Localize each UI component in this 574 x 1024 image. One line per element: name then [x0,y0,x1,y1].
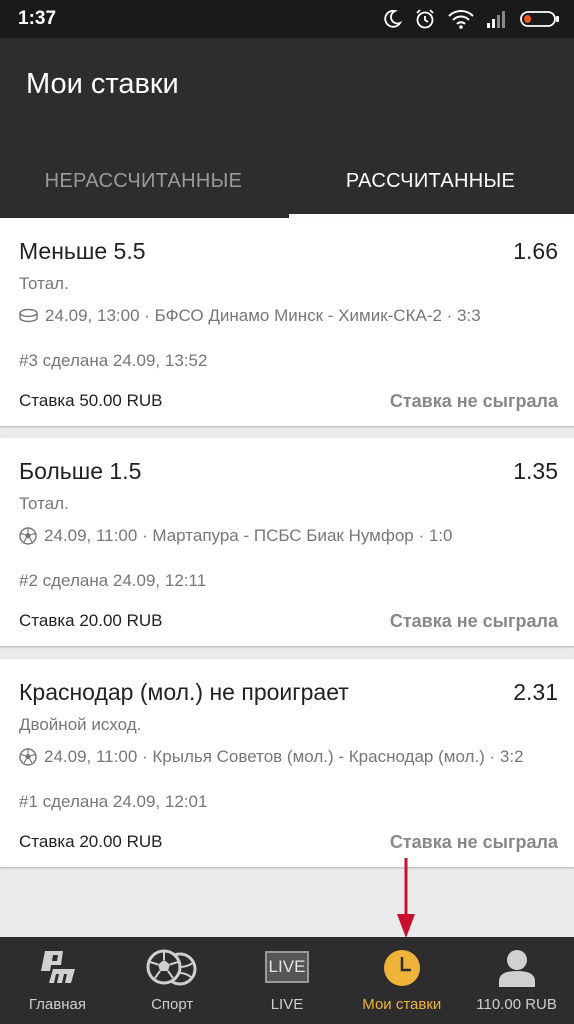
bet-card[interactable]: Краснодар (мол.) не проиграет 2.31 Двойн… [0,659,574,867]
bet-stake: Ставка 20.00 RUB [19,832,163,851]
bet-event: 24.09, 13:00 · БФСО Динамо Минск - Химик… [19,306,481,326]
nav-home-label: Главная [28,996,86,1013]
bet-placed: #1 сделана 24.09, 12:01 [19,792,208,811]
bet-odds: 1.66 [513,238,558,264]
bet-market: Тотал. [19,494,69,513]
bet-selection: Краснодар (мол.) не проиграет [19,679,349,705]
signal-icon [487,11,505,28]
alarm-icon [416,9,434,29]
tab-settled[interactable]: РАССЧИТАННЫЕ [287,144,574,218]
hockey-puck-icon [19,308,38,323]
clock-icon [383,950,420,986]
live-badge-text: LIVE [268,957,306,976]
bet-placed: #3 сделана 24.09, 13:52 [19,351,208,370]
nav-sport-label: Спорт [151,996,194,1013]
live-badge-icon: LIVE [264,951,309,983]
pm-logo-icon [41,951,76,983]
soccer-ball-icon [19,748,37,766]
moon-icon [384,9,402,28]
tab-unsettled[interactable]: НЕРАССЧИТАННЫЕ [0,144,287,218]
bet-card[interactable]: Меньше 5.5 1.66 Тотал. 24.09, 13:00 · БФ… [0,218,574,426]
bet-market: Двойной исход. [19,715,142,734]
bet-selection: Меньше 5.5 [19,238,146,264]
bet-result: Ставка не сыграла [389,391,558,411]
battery-icon [520,11,559,27]
bottom-navigation: Главная Спорт LIVE LIVE Мои ставки 110.0… [0,937,574,1024]
bet-odds: 1.35 [513,458,558,484]
status-time: 1:37 [18,8,57,29]
bet-result: Ставка не сыграла [389,832,558,852]
bet-event-text: 24.09, 11:00 · Крылья Советов (мол.) - К… [44,747,524,766]
status-bar: 1:37 [0,0,574,38]
bet-placed: #2 сделана 24.09, 12:11 [19,571,207,590]
bet-event: 24.09, 11:00 · Крылья Советов (мол.) - К… [19,747,524,767]
sport-balls-icon [146,949,197,986]
app-bar: Мои ставки НЕРАССЧИТАННЫЕ РАССЧИТАННЫЕ [0,38,574,218]
nav-sport[interactable]: Спорт [115,937,230,1024]
nav-my-bets[interactable]: Мои ставки [344,937,459,1024]
bet-stake: Ставка 20.00 RUB [19,611,163,630]
bets-tabs: НЕРАССЧИТАННЫЕ РАССЧИТАННЫЕ [0,144,574,218]
annotation-arrow-icon [397,858,415,938]
bet-selection: Больше 1.5 [19,458,142,484]
nav-live-label: LIVE [270,996,304,1013]
bet-odds: 2.31 [513,679,558,705]
soccer-ball-icon [19,527,37,545]
nav-my-bets-label: Мои ставки [362,996,442,1013]
bet-result: Ставка не сыграла [389,611,558,631]
bet-event: 24.09, 11:00 · Мартапура - ПСБС Биак Нум… [19,526,452,546]
status-icons [382,6,560,32]
bet-market: Тотал. [19,274,69,293]
nav-account[interactable]: 110.00 RUB [459,937,574,1024]
bet-event-text: 24.09, 11:00 · Мартапура - ПСБС Биак Нум… [44,526,453,545]
nav-account-label: 110.00 RUB [476,996,557,1013]
wifi-icon [448,10,474,29]
page-title: Мои ставки [26,68,179,100]
bet-event-text: 24.09, 13:00 · БФСО Динамо Минск - Химик… [45,306,481,325]
bet-stake: Ставка 50.00 RUB [19,391,163,410]
user-icon [498,950,535,987]
bet-card[interactable]: Больше 1.5 1.35 Тотал. 24.09, 11:00 · Ма… [0,438,574,646]
nav-live[interactable]: LIVE LIVE [230,937,345,1024]
nav-home[interactable]: Главная [0,937,115,1024]
